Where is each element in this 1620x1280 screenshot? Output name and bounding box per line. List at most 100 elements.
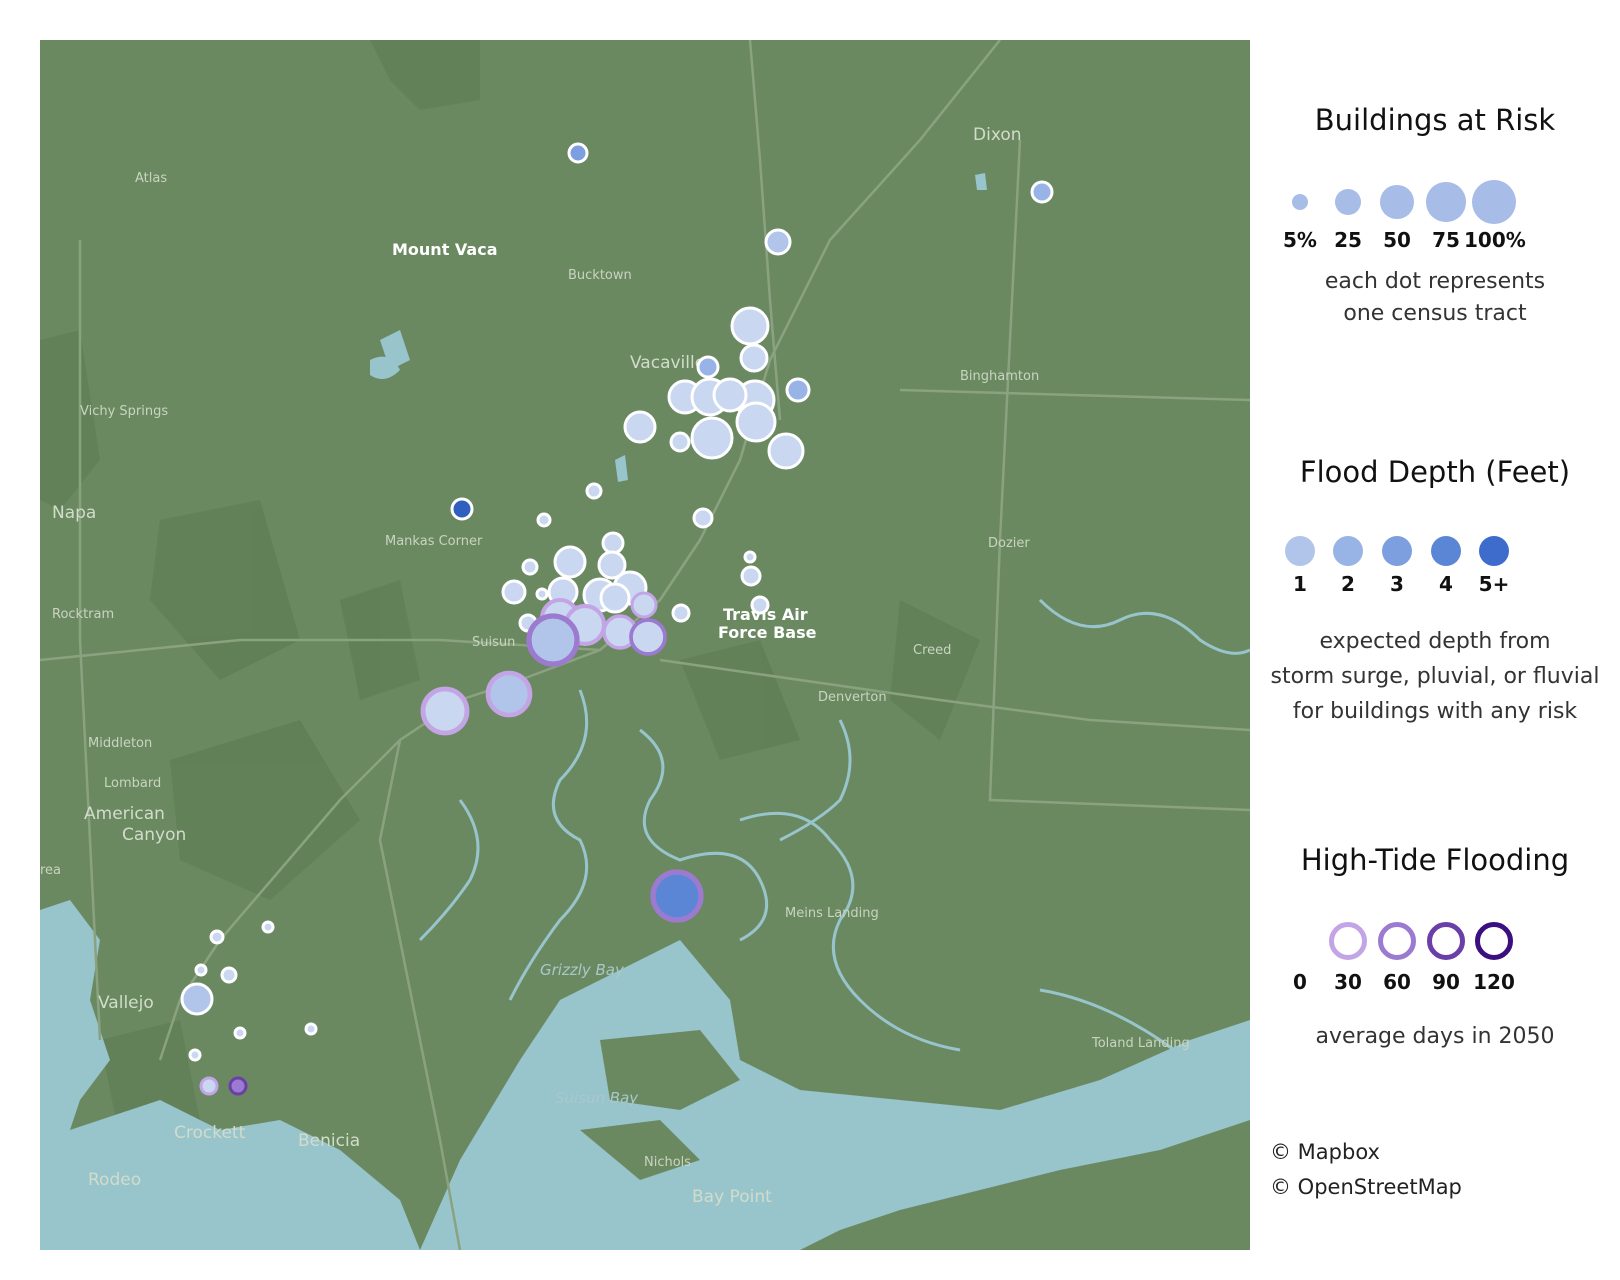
tide-legend-desc: average days in 2050 [1315, 1024, 1555, 1049]
census-tract-dot[interactable] [485, 670, 533, 718]
place-label: Vichy Springs [80, 404, 168, 419]
legend-panel: Buildings at Risk 5% 25 50 75 100% each dot … [1250, 0, 1620, 1280]
census-tract-dot[interactable] [304, 1022, 318, 1036]
census-tract-dot[interactable] [567, 142, 589, 164]
place-label: Mount Vaca [392, 240, 498, 259]
census-tract-dot[interactable] [188, 1048, 202, 1062]
census-tract-dot[interactable] [764, 228, 792, 256]
census-tract-dot[interactable] [669, 431, 691, 453]
census-tract-dot[interactable] [690, 416, 734, 460]
census-tract-dot[interactable] [261, 920, 275, 934]
depth-legend-item-label: 5+ [1478, 572, 1510, 596]
osm-credit[interactable]: © OpenStreetMap [1270, 1175, 1462, 1199]
census-tract-dot[interactable] [730, 306, 770, 346]
census-tract-dot[interactable] [601, 531, 625, 555]
place-label: Middleton [88, 736, 152, 751]
place-label: Dixon [973, 125, 1022, 145]
basemap: Atlas Mount Vaca Bucktown Vacaville Dixon Bin… [40, 40, 1250, 1250]
depth-legend-item-symbol [1333, 536, 1363, 566]
place-label: Dozier [988, 536, 1030, 551]
census-tract-dot[interactable] [526, 613, 580, 667]
census-tract-dot[interactable] [629, 618, 667, 656]
census-tract-dot[interactable] [228, 1076, 248, 1096]
census-tract-dot[interactable] [420, 686, 470, 736]
tide-legend-item-symbol [1329, 922, 1367, 960]
place-label: Mankas Corner [385, 534, 483, 549]
place-label: Creed [913, 643, 951, 658]
census-tract-dot[interactable] [785, 377, 811, 403]
water [40, 173, 1250, 1250]
census-tract-dot[interactable] [740, 565, 762, 587]
depth-legend-desc-2: storm surge, pluvial, or fluvial [1270, 664, 1600, 689]
census-tract-dot[interactable] [450, 497, 474, 521]
place-label: Benicia [298, 1131, 360, 1151]
census-tract-dot[interactable] [743, 550, 757, 564]
census-tract-dot[interactable] [623, 410, 657, 444]
place-label: rea [40, 863, 61, 878]
depth-legend-item-symbol [1431, 536, 1461, 566]
census-tract-dot[interactable] [1030, 180, 1054, 204]
census-tract-dot[interactable] [712, 377, 748, 413]
place-label: Crockett [174, 1123, 246, 1143]
tide-legend-item-symbol [1378, 922, 1416, 960]
place-label: Nichols [644, 1155, 691, 1170]
place-label: Suisun [472, 635, 515, 650]
depth-legend-desc-1: expected depth from [1319, 629, 1551, 654]
depth-legend-title: Flood Depth (Feet) [1299, 455, 1571, 489]
place-label: Vacaville [630, 353, 705, 373]
buildings-legend-title: Buildings at Risk [1314, 103, 1556, 137]
buildings-legend-item-symbol [1335, 189, 1361, 215]
census-tract-dot[interactable] [180, 982, 214, 1016]
place-label: Atlas [135, 171, 167, 186]
tide-legend-item-label: 120 [1473, 970, 1515, 994]
census-tract-dot[interactable] [739, 343, 769, 373]
map-canvas[interactable]: Atlas Mount Vaca Bucktown Vacaville Dixon Bin… [40, 40, 1250, 1250]
census-tract-dot[interactable] [233, 1026, 247, 1040]
tide-legend-item-symbol [1475, 922, 1513, 960]
census-tract-dot[interactable] [750, 595, 770, 615]
census-tract-dot[interactable] [535, 587, 549, 601]
place-label: Suisun Bay [555, 1089, 639, 1107]
census-tract-dot[interactable] [220, 966, 238, 984]
census-tract-dot[interactable] [671, 603, 691, 623]
census-tract-dot[interactable] [536, 512, 552, 528]
place-label: Bucktown [568, 268, 632, 283]
place-label: Napa [52, 503, 96, 523]
place-label: Binghamton [960, 369, 1039, 384]
census-tract-dot[interactable] [650, 869, 704, 923]
place-label: Bay Point [692, 1187, 772, 1207]
depth-legend-item-symbol [1285, 536, 1315, 566]
census-tract-dot[interactable] [735, 401, 777, 443]
depth-legend-item-symbol [1479, 536, 1509, 566]
buildings-legend-item-symbol [1426, 182, 1466, 222]
place-label: Force Base [718, 623, 817, 642]
census-tract-dot[interactable] [521, 558, 539, 576]
tide-legend-title: High-Tide Flooding [1300, 843, 1570, 877]
census-tract-dot[interactable] [501, 579, 527, 605]
census-tract-dot[interactable] [194, 963, 208, 977]
place-label: Denverton [818, 690, 887, 705]
census-tract-dot[interactable] [767, 432, 805, 470]
census-tract-dot[interactable] [553, 545, 587, 579]
place-label: Rocktram [52, 607, 114, 622]
mapbox-credit[interactable]: © Mapbox [1270, 1140, 1380, 1164]
place-label: Vallejo [98, 993, 154, 1013]
census-tract-dot[interactable] [630, 591, 658, 619]
depth-legend-item-symbol [1382, 536, 1412, 566]
census-tract-dot[interactable] [209, 929, 225, 945]
buildings-legend-item-label: 100% [1464, 228, 1526, 252]
place-label: Lombard [104, 776, 161, 791]
census-tract-dot[interactable] [696, 355, 720, 379]
census-tract-dot[interactable] [692, 507, 714, 529]
buildings-legend-desc-1: each dot represents [1324, 269, 1546, 294]
census-tract-dot[interactable] [585, 482, 603, 500]
census-tract-dot[interactable] [199, 1076, 219, 1096]
tide-legend-item-symbol [1281, 922, 1319, 960]
place-label: Meins Landing [785, 906, 879, 921]
place-label: Toland Landing [1091, 1036, 1190, 1051]
buildings-legend-item-symbol [1472, 180, 1516, 224]
census-tract-dot[interactable] [599, 582, 631, 614]
depth-legend-desc-3: for buildings with any risk [1292, 699, 1578, 724]
tide-legend-item-symbol [1427, 922, 1465, 960]
place-label: American [84, 804, 165, 824]
